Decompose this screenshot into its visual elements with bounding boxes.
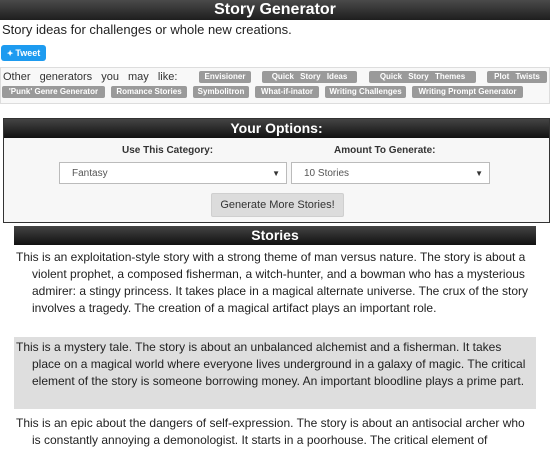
stories-header: Stories: [14, 226, 536, 245]
page-title: Story Generator: [0, 0, 550, 20]
other-generators-label: Other generators you may like:: [3, 71, 178, 83]
chevron-down-icon: ▼: [272, 169, 280, 178]
generator-link-writing-prompt-generator[interactable]: Writing Prompt Generator: [412, 86, 523, 98]
story-item: This is a mystery tale. The story is abo…: [14, 337, 536, 409]
amount-select[interactable]: 10 Stories ▼: [291, 162, 490, 184]
other-generators-panel: Other generators you may like: Envisione…: [0, 67, 550, 104]
category-select[interactable]: Fantasy ▼: [59, 162, 287, 184]
twitter-bird-icon: ✦: [6, 49, 14, 58]
generator-link-what-if-inator[interactable]: What-if-inator: [255, 86, 319, 98]
options-panel: Your Options: Use This Category: Amount …: [3, 118, 550, 223]
generate-more-stories-button[interactable]: Generate More Stories!: [211, 193, 344, 217]
amount-label: Amount To Generate:: [334, 145, 436, 156]
category-select-value: Fantasy: [72, 168, 108, 179]
story-item: This is an epic about the dangers of sel…: [14, 413, 536, 449]
story-item: This is an exploitation-style story with…: [14, 247, 536, 333]
generator-link-quick-story-ideas[interactable]: Quick Story Ideas: [262, 71, 357, 83]
story-text: This is an exploitation-style story with…: [16, 250, 529, 315]
page-subtitle: Story ideas for challenges or whole new …: [2, 22, 292, 37]
story-text: This is an epic about the dangers of sel…: [16, 416, 525, 447]
category-label: Use This Category:: [122, 145, 214, 156]
generator-link-plot-twists[interactable]: Plot Twists: [487, 71, 547, 83]
tweet-button[interactable]: ✦ Tweet: [1, 45, 46, 61]
generator-link-envisioner[interactable]: Envisioner: [199, 71, 251, 83]
chevron-down-icon: ▼: [475, 169, 483, 178]
generator-link-punk-genre[interactable]: 'Punk' Genre Generator: [2, 86, 105, 98]
amount-select-value: 10 Stories: [304, 168, 350, 179]
tweet-label: Tweet: [15, 48, 41, 58]
story-text: This is a mystery tale. The story is abo…: [16, 340, 526, 388]
generator-link-writing-challenges[interactable]: Writing Challenges: [325, 86, 406, 98]
generator-link-romance-stories[interactable]: Romance Stories: [111, 86, 187, 98]
generator-link-symbolitron[interactable]: Symbolitron: [193, 86, 249, 98]
generator-link-quick-story-themes[interactable]: Quick Story Themes: [369, 71, 476, 83]
options-header: Your Options:: [4, 119, 549, 138]
